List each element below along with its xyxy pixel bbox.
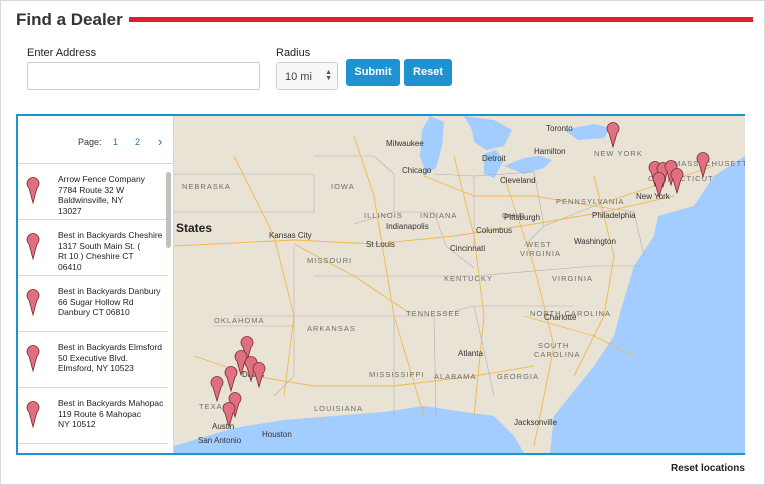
map-state-label: MISSOURI — [307, 256, 353, 265]
map-state-label: ARKANSAS — [307, 324, 356, 333]
dealer-sidebar: Page: 1 2 › Arrow Fence Company 7784 Rout… — [18, 116, 174, 453]
map-state-label: SOUTH — [538, 341, 570, 350]
map-state-label: IOWA — [331, 182, 355, 191]
map-state-label: LOUISIANA — [314, 404, 364, 413]
map-state-label: CAROLINA — [534, 350, 581, 359]
map-state-label: ALABAMA — [434, 372, 477, 381]
map-city-label: Chicago — [402, 166, 432, 175]
map-canvas[interactable]: NEBRASKA IOWA ILLINOIS INDIANA OHIO PENN… — [174, 116, 745, 453]
map-city-label: San Antonio — [198, 436, 242, 445]
dealer-address: Arrow Fence Company 7784 Route 32 W Baldwi… — [58, 174, 145, 216]
map-city-label: Charlotte — [544, 313, 577, 322]
map-city-label: Philadelphia — [592, 211, 636, 220]
next-page-icon[interactable]: › — [158, 134, 162, 149]
map-state-label: OKLAHOMA — [214, 316, 265, 325]
map-pin-icon — [26, 177, 40, 204]
map-city-label: St Louis — [366, 240, 395, 249]
map-city-label: Houston — [262, 430, 292, 439]
map-state-label: INDIANA — [420, 211, 458, 220]
map-state-label: VIRGINIA — [520, 249, 561, 258]
map-marker-icon[interactable] — [224, 366, 238, 392]
page-label: Page: — [78, 137, 102, 147]
page-link-1[interactable]: 1 — [113, 137, 118, 147]
dealer-list-item[interactable]: Best in Backyards Danbury 66 Sugar Hollow… — [18, 276, 168, 332]
radius-value: 10 mi — [285, 71, 312, 83]
dealer-address: Best in Backyards Danbury 66 Sugar Hollow… — [58, 286, 161, 317]
map-marker-icon[interactable] — [652, 172, 666, 198]
page-title: Find a Dealer — [16, 10, 123, 29]
select-arrows-icon: ▲ ▼ — [325, 69, 332, 82]
map-state-label: VIRGINIA — [552, 274, 593, 283]
map-city-label: Milwaukee — [386, 139, 424, 148]
dealer-list-item[interactable]: Best in Backyards Mahopac 119 Route 6 Mah… — [18, 388, 168, 444]
map-city-label: Washington — [574, 237, 616, 246]
dealer-list-item[interactable]: Best in Backyards Cheshire 1317 South Mai… — [18, 220, 168, 276]
map-city-label: Atlanta — [458, 349, 483, 358]
page-link-2[interactable]: 2 — [135, 137, 140, 147]
map-marker-icon[interactable] — [670, 168, 684, 194]
map-marker-icon[interactable] — [606, 122, 620, 148]
sidebar-scrollbar[interactable] — [166, 172, 171, 248]
page-header: Find a Dealer — [16, 10, 753, 32]
map-city-label: Pittsburgh — [504, 213, 541, 222]
dealer-list-item[interactable]: Best in Backyards Elmsford 50 Executive B… — [18, 332, 168, 388]
map-country-label: States — [176, 221, 213, 235]
address-label: Enter Address — [27, 47, 97, 59]
address-input[interactable] — [27, 62, 260, 90]
map-state-label: KENTUCKY — [444, 274, 493, 283]
map-pin-icon — [26, 233, 40, 260]
submit-button[interactable]: Submit — [346, 59, 400, 86]
map-city-label: Jacksonville — [514, 418, 558, 427]
map-marker-icon[interactable] — [252, 362, 266, 388]
map-city-label: Columbus — [476, 226, 513, 235]
map-state-label: NEW YORK — [594, 149, 643, 158]
dealer-address: Best in Backyards Cheshire 1317 South Mai… — [58, 230, 163, 272]
reset-button[interactable]: Reset — [404, 59, 452, 86]
map-city-label: Cincinnati — [450, 244, 486, 253]
map-city-label: Indianapolis — [386, 222, 429, 231]
map-state-label: GEORGIA — [497, 372, 540, 381]
map-city-label: Toronto — [546, 124, 573, 133]
map-marker-icon[interactable] — [222, 402, 236, 428]
map-state-label: ILLINOIS — [364, 211, 403, 220]
map-state-label: MISSISSIPPI — [369, 370, 425, 379]
map-state-label: WEST — [526, 240, 552, 249]
map-state-label: PENNSYLVANIA — [556, 197, 625, 206]
dealer-list: Arrow Fence Company 7784 Route 32 W Baldwi… — [18, 164, 168, 444]
radius-label: Radius — [276, 47, 311, 59]
map-city-label: Hamilton — [534, 147, 566, 156]
map-pin-icon — [26, 401, 40, 428]
dealer-address: Best in Backyards Elmsford 50 Executive B… — [58, 342, 162, 373]
dealer-address: Best in Backyards Mahopac 119 Route 6 Mah… — [58, 398, 164, 429]
map-city-label: Detroit — [482, 154, 506, 163]
map-pin-icon — [26, 289, 40, 316]
map-city-label: Cleveland — [500, 176, 536, 185]
map-state-label: TENNESSEE — [406, 309, 461, 318]
map-pin-icon — [26, 345, 40, 372]
header-rule — [129, 17, 753, 22]
radius-select[interactable]: 10 mi ▲ ▼ — [276, 62, 338, 90]
dealer-locator: Page: 1 2 › Arrow Fence Company 7784 Rout… — [16, 114, 745, 455]
map-city-label: Kansas City — [269, 231, 312, 240]
pagination: Page: 1 2 › — [18, 116, 173, 164]
reset-locations-link[interactable]: Reset locations — [671, 463, 745, 474]
map-marker-icon[interactable] — [210, 376, 224, 402]
map-marker-icon[interactable] — [696, 152, 710, 178]
dealer-list-item[interactable]: Arrow Fence Company 7784 Route 32 W Baldwi… — [18, 164, 168, 220]
map-state-label: NEBRASKA — [182, 182, 231, 191]
